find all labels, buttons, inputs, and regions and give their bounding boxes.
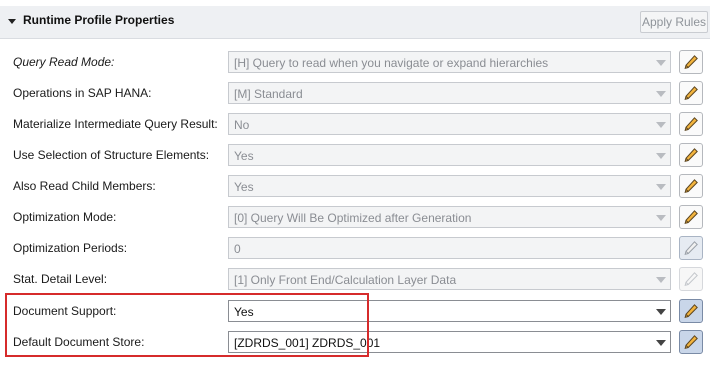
pencil-icon: [684, 272, 698, 287]
property-select-structure-elements[interactable]: Yes: [228, 144, 671, 166]
property-row-optimization-periods: Optimization Periods: 0: [0, 233, 710, 264]
property-select-child-members[interactable]: Yes: [228, 175, 671, 197]
property-value: [H] Query to read when you navigate or e…: [234, 56, 549, 70]
edit-button[interactable]: [679, 299, 703, 323]
triangle-down-icon[interactable]: [8, 19, 16, 24]
property-value: [ZDRDS_001] ZDRDS_001: [234, 336, 381, 350]
panel-header: Runtime Profile Properties Apply Rules: [0, 6, 710, 39]
pencil-icon: [684, 304, 698, 319]
property-label: Optimization Mode:: [13, 210, 117, 224]
property-row-operations-hana: Operations in SAP HANA: [M] Standard: [0, 78, 710, 109]
edit-button[interactable]: [679, 174, 703, 198]
pencil-icon: [684, 179, 698, 194]
pencil-icon: [684, 241, 698, 256]
edit-button[interactable]: [679, 205, 703, 229]
property-select-stat-detail-level[interactable]: [1] Only Front End/Calculation Layer Dat…: [228, 268, 671, 290]
property-value: [0] Query Will Be Optimized after Genera…: [234, 211, 472, 225]
chevron-down-icon[interactable]: [656, 122, 666, 128]
chevron-down-icon[interactable]: [656, 60, 666, 66]
property-input-optimization-periods[interactable]: 0: [228, 237, 671, 259]
property-value: No: [234, 118, 250, 132]
edit-button[interactable]: [679, 81, 703, 105]
property-select-operations-hana[interactable]: [M] Standard: [228, 82, 671, 104]
property-label: Document Support:: [13, 304, 117, 318]
property-row-optimization-mode: Optimization Mode: [0] Query Will Be Opt…: [0, 202, 710, 233]
property-row-query-read-mode: Query Read Mode: [H] Query to read when …: [0, 47, 710, 78]
chevron-down-icon[interactable]: [656, 309, 666, 315]
property-row-child-members: Also Read Child Members: Yes: [0, 171, 710, 202]
panel-title: Runtime Profile Properties: [23, 13, 175, 27]
property-label: Materialize Intermediate Query Result:: [13, 117, 218, 131]
property-row-default-document-store: Default Document Store: [ZDRDS_001] ZDRD…: [0, 327, 710, 358]
chevron-down-icon[interactable]: [656, 277, 666, 283]
edit-button[interactable]: [679, 236, 703, 260]
chevron-down-icon[interactable]: [656, 184, 666, 190]
property-label: Operations in SAP HANA:: [13, 86, 152, 100]
property-select-document-support[interactable]: Yes: [228, 300, 671, 322]
apply-rules-button[interactable]: Apply Rules: [640, 11, 708, 33]
property-row-structure-elements: Use Selection of Structure Elements: Yes: [0, 140, 710, 171]
edit-button[interactable]: [679, 112, 703, 136]
property-label: Use Selection of Structure Elements:: [13, 148, 210, 162]
property-label: Also Read Child Members:: [13, 179, 156, 193]
property-value: [M] Standard: [234, 87, 303, 101]
property-value: Yes: [234, 305, 254, 319]
property-select-materialize[interactable]: No: [228, 113, 671, 135]
property-label: Optimization Periods:: [13, 241, 128, 255]
chevron-down-icon[interactable]: [656, 340, 666, 346]
edit-button[interactable]: [679, 267, 703, 291]
property-select-default-document-store[interactable]: [ZDRDS_001] ZDRDS_001: [228, 331, 671, 353]
property-row-materialize: Materialize Intermediate Query Result: N…: [0, 109, 710, 140]
pencil-icon: [684, 86, 698, 101]
property-select-optimization-mode[interactable]: [0] Query Will Be Optimized after Genera…: [228, 206, 671, 228]
property-label: Default Document Store:: [13, 335, 145, 349]
property-value: [1] Only Front End/Calculation Layer Dat…: [234, 273, 457, 287]
property-label: Query Read Mode:: [13, 55, 115, 69]
chevron-down-icon[interactable]: [656, 91, 666, 97]
property-row-stat-detail-level: Stat. Detail Level: [1] Only Front End/C…: [0, 264, 710, 295]
chevron-down-icon[interactable]: [656, 215, 666, 221]
property-select-query-read-mode[interactable]: [H] Query to read when you navigate or e…: [228, 51, 671, 73]
property-row-document-support: Document Support: Yes: [0, 296, 710, 327]
property-value: Yes: [234, 180, 254, 194]
edit-button[interactable]: [679, 50, 703, 74]
edit-button[interactable]: [679, 143, 703, 167]
pencil-icon: [684, 117, 698, 132]
pencil-icon: [684, 148, 698, 163]
pencil-icon: [684, 335, 698, 350]
pencil-icon: [684, 210, 698, 225]
chevron-down-icon[interactable]: [656, 153, 666, 159]
property-value: 0: [234, 242, 241, 256]
pencil-icon: [684, 55, 698, 70]
property-value: Yes: [234, 149, 254, 163]
property-label: Stat. Detail Level:: [13, 272, 108, 286]
edit-button[interactable]: [679, 330, 703, 354]
